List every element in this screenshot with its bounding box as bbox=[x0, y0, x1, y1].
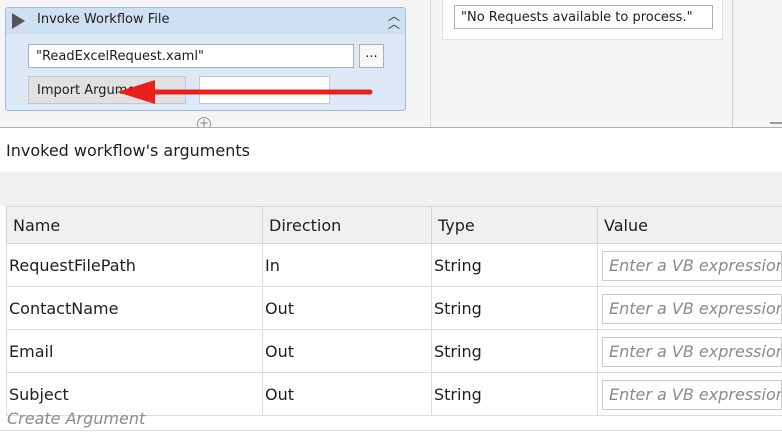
activity-title: Invoke Workflow File bbox=[37, 12, 170, 27]
argument-direction-cell[interactable]: Out bbox=[262, 372, 432, 416]
column-header-name[interactable]: Name bbox=[6, 206, 263, 244]
arguments-table: Name Direction Type Value RequestFilePat… bbox=[6, 206, 782, 416]
create-argument-divider bbox=[0, 430, 782, 431]
column-header-value[interactable]: Value bbox=[597, 206, 782, 244]
value-expression-input[interactable]: Enter a VB expression bbox=[602, 337, 782, 367]
value-expression-input[interactable]: Enter a VB expression bbox=[602, 251, 782, 281]
play-icon bbox=[12, 13, 25, 29]
canvas-right-border bbox=[732, 0, 733, 128]
dialog-toolbar-band bbox=[0, 172, 782, 206]
workflow-designer-canvas: Invoke Workflow File ︿ ︿ "ReadExcelReques… bbox=[0, 0, 782, 128]
argument-value-cell: Enter a VB expression bbox=[597, 329, 782, 373]
column-header-direction[interactable]: Direction bbox=[262, 206, 432, 244]
table-header-row: Name Direction Type Value bbox=[6, 206, 782, 244]
activity-header[interactable]: Invoke Workflow File ︿ ︿ bbox=[6, 8, 405, 34]
argument-type-cell[interactable]: String bbox=[431, 243, 598, 287]
table-row[interactable]: Email Out String Enter a VB expression bbox=[6, 329, 782, 373]
argument-value-cell: Enter a VB expression bbox=[597, 372, 782, 416]
argument-value-cell: Enter a VB expression bbox=[597, 243, 782, 287]
column-header-type[interactable]: Type bbox=[431, 206, 598, 244]
argument-type-cell[interactable]: String bbox=[431, 286, 598, 330]
table-row[interactable]: RequestFilePath In String Enter a VB exp… bbox=[6, 243, 782, 287]
argument-value-cell: Enter a VB expression bbox=[597, 286, 782, 330]
argument-type-cell[interactable]: String bbox=[431, 329, 598, 373]
dialog-title: Invoked workflow's arguments bbox=[6, 141, 250, 160]
browse-button[interactable]: ... bbox=[359, 44, 384, 68]
argument-type-cell[interactable]: String bbox=[431, 372, 598, 416]
table-row[interactable]: ContactName Out String Enter a VB expres… bbox=[6, 286, 782, 330]
panel-separator bbox=[0, 127, 782, 128]
argument-name-cell[interactable]: Email bbox=[6, 329, 263, 373]
argument-direction-cell[interactable]: Out bbox=[262, 286, 432, 330]
create-argument-link[interactable]: Create Argument bbox=[7, 409, 145, 428]
value-expression-input[interactable]: Enter a VB expression bbox=[602, 294, 782, 324]
collapse-icon[interactable]: ︿ ︿ bbox=[387, 10, 401, 30]
argument-direction-cell[interactable]: Out bbox=[262, 329, 432, 373]
workflow-file-input[interactable]: "ReadExcelRequest.xaml" bbox=[28, 44, 354, 68]
red-annotation-arrow bbox=[117, 80, 373, 104]
argument-direction-cell[interactable]: In bbox=[262, 243, 432, 287]
arrow-head bbox=[117, 80, 155, 104]
value-expression-input[interactable]: Enter a VB expression bbox=[602, 380, 782, 410]
argument-name-cell[interactable]: RequestFilePath bbox=[6, 243, 263, 287]
argument-name-cell[interactable]: ContactName bbox=[6, 286, 263, 330]
scrollbar-grip[interactable] bbox=[770, 122, 782, 124]
message-input[interactable]: "No Requests available to process." bbox=[454, 5, 713, 29]
canvas-divider bbox=[430, 0, 431, 128]
